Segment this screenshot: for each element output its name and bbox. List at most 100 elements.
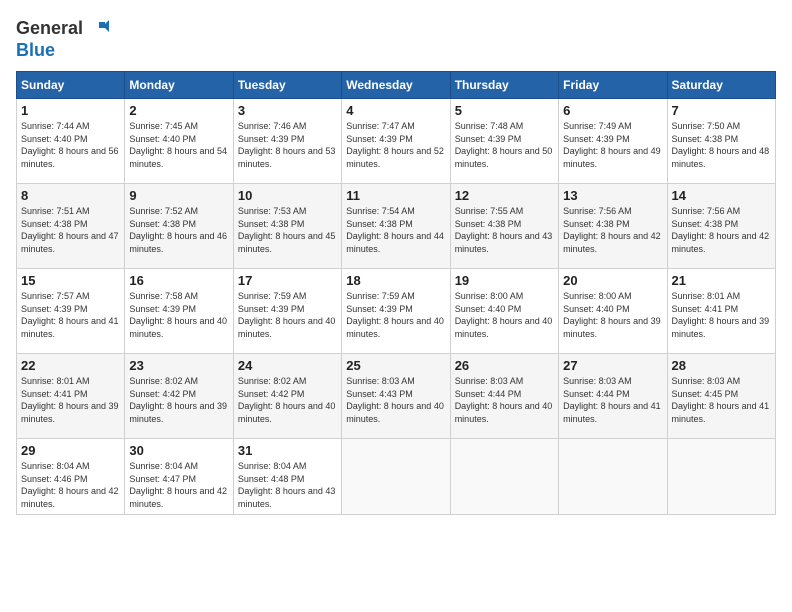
calendar-table: SundayMondayTuesdayWednesdayThursdayFrid… [16,71,776,515]
calendar-cell: 3 Sunrise: 7:46 AM Sunset: 4:39 PM Dayli… [233,99,341,184]
day-info: Sunrise: 7:59 AM Sunset: 4:39 PM Dayligh… [346,290,445,340]
day-number: 27 [563,358,662,373]
day-number: 6 [563,103,662,118]
calendar-cell: 22 Sunrise: 8:01 AM Sunset: 4:41 PM Dayl… [17,354,125,439]
calendar-cell: 13 Sunrise: 7:56 AM Sunset: 4:38 PM Dayl… [559,184,667,269]
day-number: 10 [238,188,337,203]
calendar-cell: 8 Sunrise: 7:51 AM Sunset: 4:38 PM Dayli… [17,184,125,269]
day-info: Sunrise: 8:04 AM Sunset: 4:48 PM Dayligh… [238,460,337,510]
day-info: Sunrise: 7:57 AM Sunset: 4:39 PM Dayligh… [21,290,120,340]
calendar-cell: 29 Sunrise: 8:04 AM Sunset: 4:46 PM Dayl… [17,439,125,515]
day-number: 21 [672,273,771,288]
day-info: Sunrise: 7:45 AM Sunset: 4:40 PM Dayligh… [129,120,228,170]
calendar-cell: 12 Sunrise: 7:55 AM Sunset: 4:38 PM Dayl… [450,184,558,269]
day-info: Sunrise: 7:51 AM Sunset: 4:38 PM Dayligh… [21,205,120,255]
calendar-cell [559,439,667,515]
day-info: Sunrise: 7:53 AM Sunset: 4:38 PM Dayligh… [238,205,337,255]
calendar-cell [342,439,450,515]
day-info: Sunrise: 8:02 AM Sunset: 4:42 PM Dayligh… [238,375,337,425]
day-info: Sunrise: 7:54 AM Sunset: 4:38 PM Dayligh… [346,205,445,255]
calendar-cell: 24 Sunrise: 8:02 AM Sunset: 4:42 PM Dayl… [233,354,341,439]
day-info: Sunrise: 7:46 AM Sunset: 4:39 PM Dayligh… [238,120,337,170]
calendar-week-4: 22 Sunrise: 8:01 AM Sunset: 4:41 PM Dayl… [17,354,776,439]
calendar-cell: 20 Sunrise: 8:00 AM Sunset: 4:40 PM Dayl… [559,269,667,354]
logo-blue-text: Blue [16,40,55,60]
day-number: 4 [346,103,445,118]
day-number: 17 [238,273,337,288]
weekday-header-row: SundayMondayTuesdayWednesdayThursdayFrid… [17,72,776,99]
day-number: 25 [346,358,445,373]
calendar-week-2: 8 Sunrise: 7:51 AM Sunset: 4:38 PM Dayli… [17,184,776,269]
day-info: Sunrise: 8:00 AM Sunset: 4:40 PM Dayligh… [563,290,662,340]
header: General Blue [16,16,776,61]
weekday-header-wednesday: Wednesday [342,72,450,99]
day-info: Sunrise: 7:58 AM Sunset: 4:39 PM Dayligh… [129,290,228,340]
calendar-cell: 31 Sunrise: 8:04 AM Sunset: 4:48 PM Dayl… [233,439,341,515]
calendar-cell: 27 Sunrise: 8:03 AM Sunset: 4:44 PM Dayl… [559,354,667,439]
day-number: 12 [455,188,554,203]
day-info: Sunrise: 8:01 AM Sunset: 4:41 PM Dayligh… [672,290,771,340]
calendar-cell: 5 Sunrise: 7:48 AM Sunset: 4:39 PM Dayli… [450,99,558,184]
calendar-cell: 30 Sunrise: 8:04 AM Sunset: 4:47 PM Dayl… [125,439,233,515]
day-info: Sunrise: 7:56 AM Sunset: 4:38 PM Dayligh… [672,205,771,255]
calendar-cell: 17 Sunrise: 7:59 AM Sunset: 4:39 PM Dayl… [233,269,341,354]
weekday-header-monday: Monday [125,72,233,99]
day-number: 1 [21,103,120,118]
calendar-cell: 1 Sunrise: 7:44 AM Sunset: 4:40 PM Dayli… [17,99,125,184]
calendar-cell: 16 Sunrise: 7:58 AM Sunset: 4:39 PM Dayl… [125,269,233,354]
calendar-cell: 2 Sunrise: 7:45 AM Sunset: 4:40 PM Dayli… [125,99,233,184]
calendar-cell: 7 Sunrise: 7:50 AM Sunset: 4:38 PM Dayli… [667,99,775,184]
calendar-cell: 19 Sunrise: 8:00 AM Sunset: 4:40 PM Dayl… [450,269,558,354]
day-info: Sunrise: 8:03 AM Sunset: 4:45 PM Dayligh… [672,375,771,425]
day-info: Sunrise: 8:04 AM Sunset: 4:46 PM Dayligh… [21,460,120,510]
day-number: 16 [129,273,228,288]
calendar-week-3: 15 Sunrise: 7:57 AM Sunset: 4:39 PM Dayl… [17,269,776,354]
day-info: Sunrise: 8:03 AM Sunset: 4:44 PM Dayligh… [563,375,662,425]
day-number: 11 [346,188,445,203]
calendar-cell [450,439,558,515]
day-info: Sunrise: 7:47 AM Sunset: 4:39 PM Dayligh… [346,120,445,170]
day-number: 2 [129,103,228,118]
calendar-cell: 15 Sunrise: 7:57 AM Sunset: 4:39 PM Dayl… [17,269,125,354]
day-info: Sunrise: 7:52 AM Sunset: 4:38 PM Dayligh… [129,205,228,255]
day-info: Sunrise: 7:48 AM Sunset: 4:39 PM Dayligh… [455,120,554,170]
day-info: Sunrise: 8:03 AM Sunset: 4:43 PM Dayligh… [346,375,445,425]
day-info: Sunrise: 7:50 AM Sunset: 4:38 PM Dayligh… [672,120,771,170]
day-info: Sunrise: 7:55 AM Sunset: 4:38 PM Dayligh… [455,205,554,255]
day-number: 30 [129,443,228,458]
calendar-cell: 6 Sunrise: 7:49 AM Sunset: 4:39 PM Dayli… [559,99,667,184]
calendar-cell: 14 Sunrise: 7:56 AM Sunset: 4:38 PM Dayl… [667,184,775,269]
day-info: Sunrise: 8:01 AM Sunset: 4:41 PM Dayligh… [21,375,120,425]
calendar-cell: 28 Sunrise: 8:03 AM Sunset: 4:45 PM Dayl… [667,354,775,439]
calendar-cell: 10 Sunrise: 7:53 AM Sunset: 4:38 PM Dayl… [233,184,341,269]
day-number: 29 [21,443,120,458]
logo: General Blue [16,16,109,61]
weekday-header-thursday: Thursday [450,72,558,99]
day-number: 9 [129,188,228,203]
day-number: 22 [21,358,120,373]
day-number: 23 [129,358,228,373]
day-number: 13 [563,188,662,203]
day-number: 24 [238,358,337,373]
calendar-week-1: 1 Sunrise: 7:44 AM Sunset: 4:40 PM Dayli… [17,99,776,184]
calendar-cell [667,439,775,515]
calendar-cell: 9 Sunrise: 7:52 AM Sunset: 4:38 PM Dayli… [125,184,233,269]
calendar-cell: 11 Sunrise: 7:54 AM Sunset: 4:38 PM Dayl… [342,184,450,269]
day-number: 8 [21,188,120,203]
day-number: 7 [672,103,771,118]
day-info: Sunrise: 8:03 AM Sunset: 4:44 PM Dayligh… [455,375,554,425]
day-info: Sunrise: 8:04 AM Sunset: 4:47 PM Dayligh… [129,460,228,510]
weekday-header-saturday: Saturday [667,72,775,99]
calendar-cell: 26 Sunrise: 8:03 AM Sunset: 4:44 PM Dayl… [450,354,558,439]
day-info: Sunrise: 7:59 AM Sunset: 4:39 PM Dayligh… [238,290,337,340]
day-info: Sunrise: 8:00 AM Sunset: 4:40 PM Dayligh… [455,290,554,340]
day-number: 3 [238,103,337,118]
day-info: Sunrise: 8:02 AM Sunset: 4:42 PM Dayligh… [129,375,228,425]
calendar-week-5: 29 Sunrise: 8:04 AM Sunset: 4:46 PM Dayl… [17,439,776,515]
calendar-cell: 25 Sunrise: 8:03 AM Sunset: 4:43 PM Dayl… [342,354,450,439]
weekday-header-tuesday: Tuesday [233,72,341,99]
day-number: 20 [563,273,662,288]
day-info: Sunrise: 7:56 AM Sunset: 4:38 PM Dayligh… [563,205,662,255]
day-number: 14 [672,188,771,203]
calendar-cell: 23 Sunrise: 8:02 AM Sunset: 4:42 PM Dayl… [125,354,233,439]
